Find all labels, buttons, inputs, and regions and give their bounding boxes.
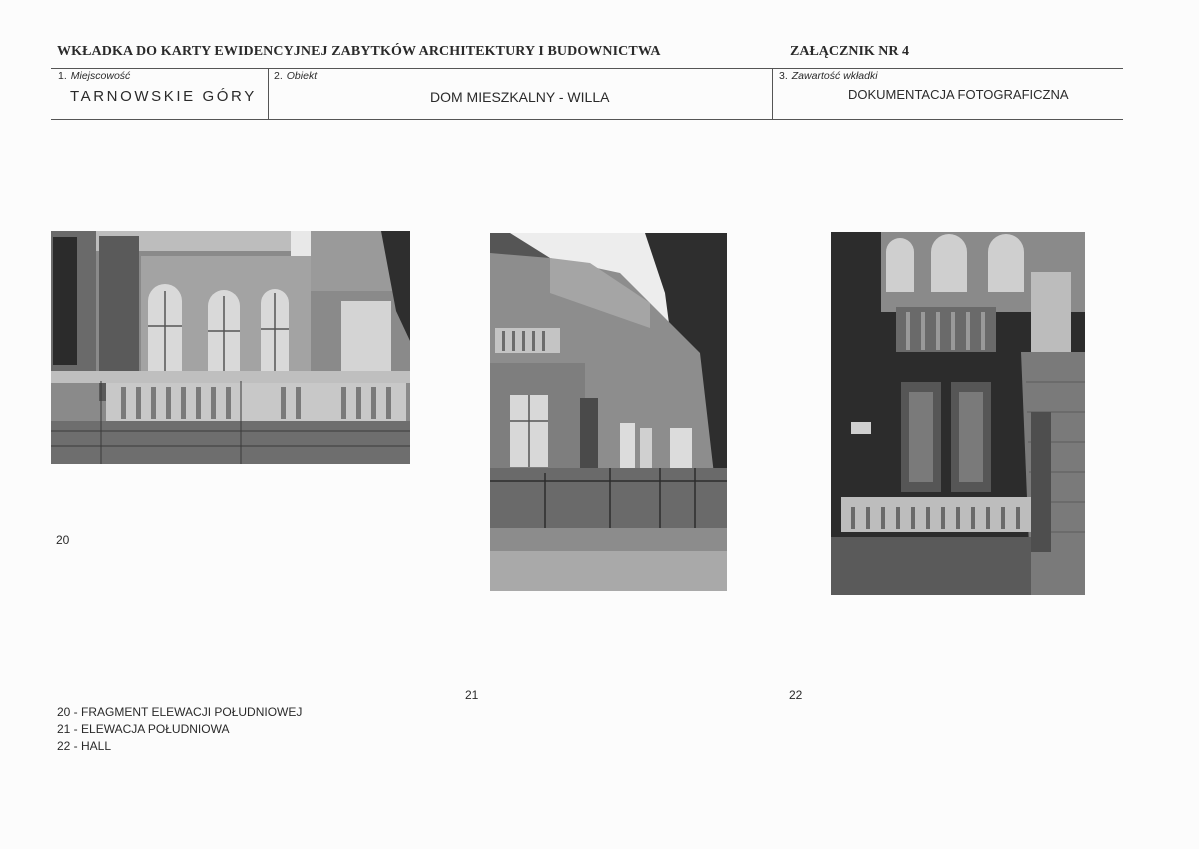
table-rule-top [51,68,1123,69]
photo-hall [831,232,1085,595]
photo-south-elevation [490,233,727,591]
caption-line: 20 - FRAGMENT ELEWACJI POŁUDNIOWEJ [57,705,303,719]
form-title: WKŁADKA DO KARTY EWIDENCYJNEJ ZABYTKÓW A… [57,44,661,59]
photo-facade-fragment [51,231,410,464]
photo-number: 22 [789,688,803,702]
field-label-object: 2. Obiekt [274,70,318,82]
field-value-object: DOM MIESZKALNY - WILLA [430,89,610,105]
field-value-locality: TARNOWSKIE GÓRY [70,88,257,105]
document-sheet: { "header": { "title": "WKŁADKA DO KARTY… [0,0,1199,849]
table-divider [268,68,269,120]
field-value-content: DOKUMENTACJA FOTOGRAFICZNA [848,87,1069,102]
photo-number: 21 [465,688,479,702]
table-divider [772,68,773,120]
photo-number: 20 [56,533,70,547]
field-label-content: 3. Zawartość wkładki [779,70,878,82]
annex-number: ZAŁĄCZNIK NR 4 [790,44,910,59]
table-rule-bottom [51,119,1123,120]
field-label-locality: 1. Miejscowość [58,70,131,82]
caption-line: 21 - ELEWACJA POŁUDNIOWA [57,722,230,736]
caption-line: 22 - HALL [57,739,112,753]
